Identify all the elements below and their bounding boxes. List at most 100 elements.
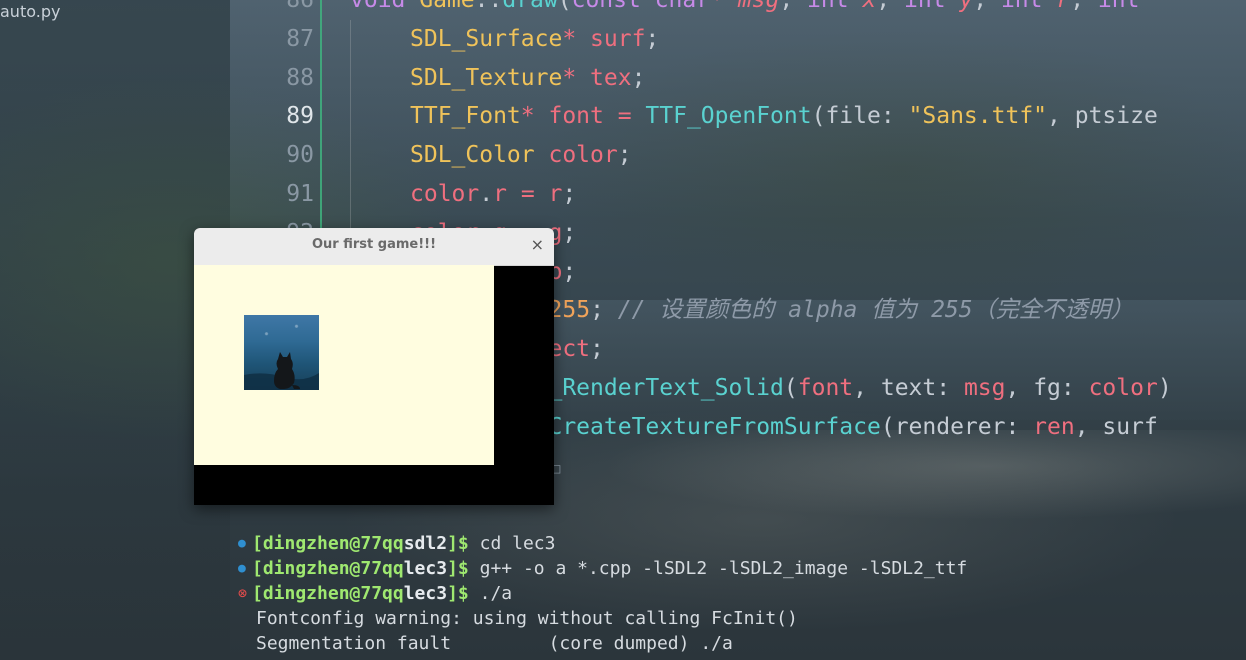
command-text: cd lec3 [468, 533, 556, 554]
code-token: r [1042, 0, 1071, 13]
code-token: * [562, 25, 591, 52]
code-line[interactable]: 95SDL_Rect rect; [0, 330, 1246, 369]
code-line[interactable]: 91 color.r = r; [0, 175, 1246, 214]
terminal-output-line: Fontconfig warning: using without callin… [256, 608, 798, 629]
code-token: = [603, 103, 646, 130]
code-token: ; [590, 297, 618, 324]
code-token: , [853, 375, 881, 401]
code-token: ) [1157, 375, 1172, 401]
code-token: CreateTextureFromSurface [548, 413, 881, 440]
close-icon[interactable]: × [531, 235, 544, 254]
code-token: Game [405, 0, 475, 13]
code-token: ren [1033, 413, 1075, 440]
success-dot-icon[interactable]: ● [238, 556, 252, 581]
code-token: , [779, 0, 808, 13]
prompt-user: [dingzhen@77qq [252, 583, 404, 604]
code-line[interactable]: 89 TTF_Font* font = TTF_OpenFont(file: "S… [0, 97, 1246, 136]
code-token: r [548, 181, 563, 207]
terminal-command-line: ● [dingzhen@77qqlec3]$ g++ -o a *.cpp -lS… [238, 556, 967, 581]
code-token: x [848, 0, 877, 13]
prompt-user: [dingzhen@77qq [252, 533, 404, 554]
code-token: = [506, 181, 549, 207]
code-text: TTF_Font* font = TTF_OpenFont(file: "San… [410, 97, 1158, 136]
code-token: , [1070, 0, 1098, 13]
code-token: ( [783, 375, 798, 401]
code-token: * [562, 64, 591, 91]
code-token: ; [562, 258, 577, 285]
code-token: ; [617, 142, 632, 169]
prompt-suffix: ]$ [447, 558, 469, 579]
code-token: // 设置颜色的 alpha 值为 255（完全不透明） [617, 297, 1134, 324]
code-token: ( [811, 103, 826, 130]
code-token: SDL_Color [410, 142, 535, 169]
code-token: int [1097, 0, 1140, 13]
code-text: void Game::draw(const char* msg, int x, … [350, 0, 1139, 20]
prompt-user: [dingzhen@77qq [252, 558, 404, 579]
code-token: int [1000, 0, 1043, 13]
code-token: int [904, 0, 946, 13]
code-line[interactable]: 96surf = TTF_RenderText_Solid(font, text… [0, 369, 1246, 408]
sdl-titlebar[interactable]: Our first game!!! × [194, 228, 554, 266]
command-text: g++ -o a *.cpp -lSDL2 -lSDL2_image -lSDL… [468, 558, 968, 579]
code-token: font [548, 103, 604, 130]
code-line[interactable]: 97tex = SDL_CreateTextureFromSurface(ren… [0, 408, 1246, 447]
prompt-dir: lec3 [403, 583, 448, 604]
code-token: tex [590, 64, 632, 91]
command-text: ./a [468, 583, 513, 604]
code-token: ; [631, 64, 646, 91]
code-token: ( [557, 0, 572, 13]
line-number: 88 [286, 64, 314, 91]
code-text: SDL_Texture* tex; [410, 59, 645, 98]
code-token: ; [645, 25, 660, 52]
terminal-command-line: ⊗ [dingzhen@77qqlec3]$ ./a [238, 581, 512, 606]
code-line[interactable]: 86 void Game::draw(const char* msg, int x… [0, 0, 1246, 20]
code-token: text: [880, 375, 964, 401]
sdl-game-window[interactable]: Our first game!!! × [194, 228, 554, 505]
code-token: int [807, 0, 849, 13]
code-token: ; [562, 219, 577, 246]
code-token: r [493, 181, 507, 207]
code-token: ( [880, 413, 895, 440]
code-line[interactable]: 93color.b = b; [0, 253, 1246, 292]
prompt-dir: sdl2 [403, 533, 448, 554]
line-number: 91 [286, 181, 314, 207]
code-token: . [479, 181, 494, 207]
code-line[interactable]: 92color.g = g; [0, 214, 1246, 253]
code-token: TTF_OpenFont [645, 103, 812, 130]
code-line[interactable]: 90 SDL_Color color; [0, 136, 1246, 175]
code-token: draw [502, 0, 558, 13]
code-token: TTF_Font [410, 103, 521, 130]
code-token: file: [825, 103, 909, 130]
code-token: 255 [548, 297, 591, 324]
line-number: 89 [286, 103, 314, 130]
code-line[interactable]: 87 SDL_Surface* surf; [0, 20, 1246, 59]
code-token: surf [590, 25, 646, 52]
success-dot-icon[interactable]: ● [238, 531, 252, 556]
code-text: color.r = r; [410, 175, 576, 214]
code-line[interactable]: 94color.a = 255; // 设置颜色的 alpha 值为 255（完… [0, 291, 1246, 330]
prompt-dir: lec3 [403, 558, 448, 579]
prompt-suffix: ]$ [447, 583, 469, 604]
prompt-suffix: ]$ [447, 533, 469, 554]
code-token: , [1074, 413, 1103, 440]
terminal-output-line: Segmentation fault (core dumped) ./a [256, 633, 733, 654]
code-token: color [410, 181, 480, 207]
code-line[interactable]: 88 SDL_Texture* tex; [0, 59, 1246, 98]
code-token: ; [590, 336, 604, 363]
code-token: SDL_Texture [410, 64, 563, 91]
code-token: , [1047, 103, 1075, 130]
code-token: const [571, 0, 641, 13]
error-icon[interactable]: ⊗ [238, 581, 252, 606]
code-token: color [534, 142, 618, 169]
code-token: fg: [1033, 375, 1089, 401]
sdl-render-canvas[interactable] [194, 265, 494, 465]
code-token: SDL_Surface [410, 25, 563, 52]
code-token: char [640, 0, 711, 13]
code-token: * [520, 103, 549, 130]
line-number: 86 [286, 0, 314, 13]
code-text: SDL_Surface* surf; [410, 20, 659, 59]
code-token: ptsize [1074, 103, 1158, 130]
code-token: :: [474, 0, 503, 13]
terminal-command-line: ● [dingzhen@77qqsdl2]$ cd lec3 [238, 531, 555, 556]
code-token: renderer: [894, 413, 1034, 440]
